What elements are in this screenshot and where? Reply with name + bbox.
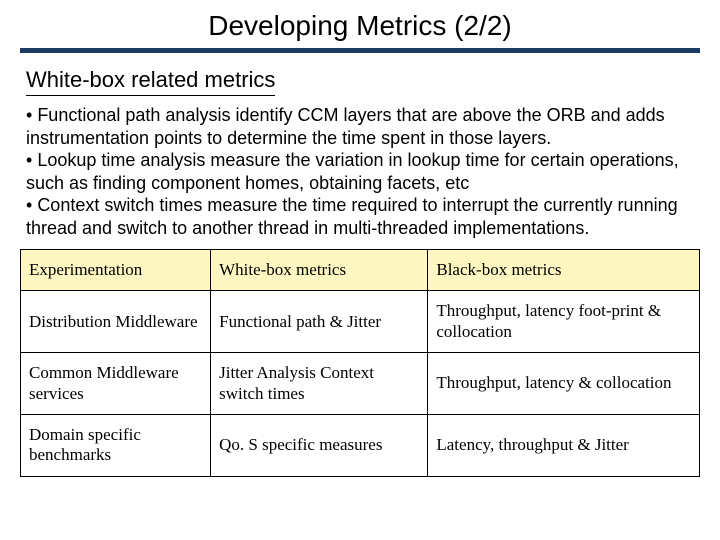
title-divider xyxy=(20,48,700,53)
table-row: Common Middleware services Jitter Analys… xyxy=(21,353,700,415)
cell-whitebox: Functional path & Jitter xyxy=(211,291,428,353)
table-header-row: Experimentation White-box metrics Black-… xyxy=(21,250,700,291)
bullet-term: Lookup time xyxy=(37,150,135,170)
bullet-prefix: • xyxy=(26,105,37,125)
body-text: • Functional path analysis identify CCM … xyxy=(26,104,694,239)
cell-blackbox: Throughput, latency foot-print & colloca… xyxy=(428,291,700,353)
table-row: Distribution Middleware Functional path … xyxy=(21,291,700,353)
cell-experimentation: Domain specific benchmarks xyxy=(21,414,211,476)
page-title: Developing Metrics (2/2) xyxy=(20,10,700,42)
subheading-wrap: White-box related metrics xyxy=(20,63,700,96)
col-header-whitebox: White-box metrics xyxy=(211,250,428,291)
col-header-experimentation: Experimentation xyxy=(21,250,211,291)
slide: Developing Metrics (2/2) White-box relat… xyxy=(0,0,720,540)
bullet-term: Context switch xyxy=(37,195,154,215)
metrics-table: Experimentation White-box metrics Black-… xyxy=(20,249,700,477)
table-row: Domain specific benchmarks Qo. S specifi… xyxy=(21,414,700,476)
cell-whitebox: Jitter Analysis Context switch times xyxy=(211,353,428,415)
cell-whitebox: Qo. S specific measures xyxy=(211,414,428,476)
bullet-prefix: • xyxy=(26,195,37,215)
subheading: White-box related metrics xyxy=(26,67,275,96)
bullet-prefix: • xyxy=(26,150,37,170)
cell-experimentation: Distribution Middleware xyxy=(21,291,211,353)
cell-experimentation: Common Middleware services xyxy=(21,353,211,415)
bullet-term: Functional path xyxy=(37,105,160,125)
cell-blackbox: Throughput, latency & collocation xyxy=(428,353,700,415)
col-header-blackbox: Black-box metrics xyxy=(428,250,700,291)
cell-blackbox: Latency, throughput & Jitter xyxy=(428,414,700,476)
